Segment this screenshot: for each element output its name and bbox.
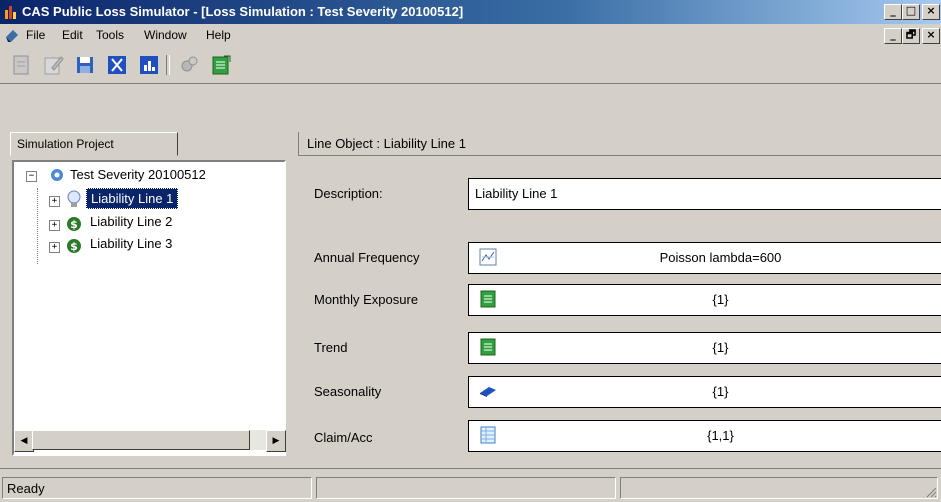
window-title: CAS Public Loss Simulator - [Loss Simula… bbox=[22, 4, 464, 19]
menu-bar: File Edit Tools Window Help _ 🗗 × bbox=[0, 24, 941, 46]
title-bar: CAS Public Loss Simulator - [Loss Simula… bbox=[0, 0, 941, 24]
mdi-close-button[interactable]: × bbox=[922, 28, 940, 44]
resize-grip-icon[interactable] bbox=[925, 486, 937, 498]
seasonality-label: Seasonality bbox=[314, 384, 382, 399]
svg-text:$: $ bbox=[70, 218, 78, 231]
project-tree[interactable]: − Test Severity 20100512 + Liability Lin… bbox=[12, 160, 286, 456]
menu-file[interactable]: File bbox=[26, 28, 45, 42]
monthly-exposure-value: {1} bbox=[712, 292, 729, 307]
annual-frequency-label: Annual Frequency bbox=[314, 250, 420, 265]
status-bar: Ready bbox=[0, 468, 941, 502]
new-icon[interactable] bbox=[10, 54, 32, 76]
expand-toggle[interactable]: + bbox=[49, 196, 60, 207]
status-panel-2 bbox=[316, 477, 616, 499]
dollar-icon: $ bbox=[67, 217, 81, 231]
spreadsheet-icon bbox=[480, 290, 496, 308]
status-text: Ready bbox=[2, 477, 312, 499]
tree-item-label: Liability Line 1 bbox=[86, 188, 179, 209]
app-icon bbox=[5, 6, 16, 19]
trend-label: Trend bbox=[314, 340, 348, 355]
tree-root-label: Test Severity 20100512 bbox=[70, 167, 206, 182]
cut-icon[interactable] bbox=[106, 54, 128, 76]
dollar-icon: $ bbox=[67, 239, 81, 253]
toolbar bbox=[0, 46, 941, 84]
description-label: Description: bbox=[314, 186, 383, 201]
tree-item-label: Liability Line 2 bbox=[90, 214, 173, 229]
annual-frequency-field[interactable]: Poisson lambda=600 bbox=[468, 242, 941, 274]
settings-icon[interactable] bbox=[178, 54, 200, 76]
claim-acc-field[interactable]: {1,1} bbox=[468, 420, 941, 452]
close-button[interactable]: × bbox=[922, 4, 940, 20]
scroll-thumb[interactable] bbox=[32, 430, 250, 450]
seasonality-value: {1} bbox=[712, 384, 729, 399]
panel-header: Line Object : Liability Line 1 bbox=[298, 132, 941, 156]
description-field[interactable]: Liability Line 1 bbox=[468, 178, 941, 210]
scroll-left-button[interactable]: ◀ bbox=[14, 430, 34, 452]
chart-icon[interactable] bbox=[138, 54, 160, 76]
gear-icon bbox=[51, 169, 63, 181]
scroll-right-button[interactable]: ▶ bbox=[266, 430, 286, 452]
lightbulb-icon bbox=[67, 190, 81, 207]
tree-item-liability-line-3[interactable]: + $ Liability Line 3 bbox=[20, 236, 220, 256]
monthly-exposure-field[interactable]: {1} bbox=[468, 284, 941, 316]
status-panel-3 bbox=[620, 477, 938, 499]
tree-item-label: Liability Line 3 bbox=[90, 236, 173, 251]
document-icon[interactable] bbox=[4, 27, 20, 43]
menu-window[interactable]: Window bbox=[144, 28, 187, 42]
trend-field[interactable]: {1} bbox=[468, 332, 941, 364]
seasonality-field[interactable]: {1} bbox=[468, 376, 941, 408]
tree-item-liability-line-2[interactable]: + $ Liability Line 2 bbox=[20, 214, 220, 234]
menu-tools[interactable]: Tools bbox=[96, 28, 124, 42]
horizontal-scrollbar[interactable]: ◀ ▶ bbox=[14, 430, 286, 452]
expand-toggle[interactable]: + bbox=[49, 242, 60, 253]
minimize-button[interactable]: _ bbox=[884, 4, 902, 20]
mdi-restore-button[interactable]: 🗗 bbox=[902, 28, 920, 44]
monthly-exposure-label: Monthly Exposure bbox=[314, 292, 419, 307]
expand-toggle[interactable]: + bbox=[49, 220, 60, 231]
claim-acc-label: Claim/Acc bbox=[314, 430, 373, 445]
collapse-toggle[interactable]: − bbox=[26, 171, 37, 182]
svg-text:$: $ bbox=[70, 240, 78, 253]
menu-help[interactable]: Help bbox=[206, 28, 231, 42]
chart-line-icon bbox=[479, 248, 497, 266]
maximize-button[interactable]: □ bbox=[902, 4, 920, 20]
export-icon[interactable] bbox=[210, 54, 232, 76]
menu-edit[interactable]: Edit bbox=[62, 28, 83, 42]
claim-acc-value: {1,1} bbox=[707, 428, 734, 443]
save-icon[interactable] bbox=[74, 54, 96, 76]
edit-icon[interactable] bbox=[42, 54, 64, 76]
toolbar-separator bbox=[166, 55, 170, 75]
description-value: Liability Line 1 bbox=[475, 186, 558, 201]
annual-frequency-value: Poisson lambda=600 bbox=[659, 250, 782, 265]
tree-item-liability-line-1[interactable]: + Liability Line 1 bbox=[20, 188, 220, 210]
tab-simulation-project[interactable]: Simulation Project bbox=[10, 132, 178, 156]
spreadsheet-icon bbox=[480, 338, 496, 356]
trend-value: {1} bbox=[712, 340, 729, 355]
mdi-minimize-button[interactable]: _ bbox=[884, 28, 902, 44]
book-icon bbox=[480, 387, 496, 397]
grid-icon bbox=[480, 426, 496, 444]
